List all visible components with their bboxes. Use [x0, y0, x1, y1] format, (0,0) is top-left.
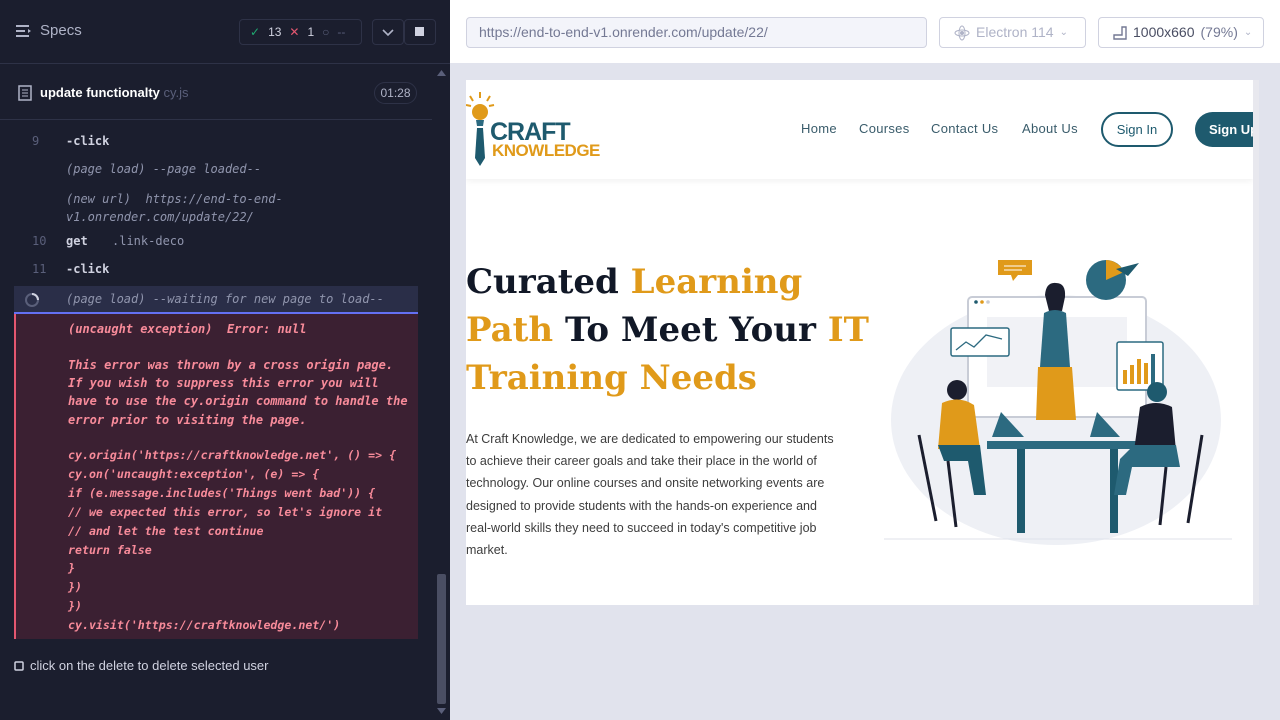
nav-home[interactable]: Home [801, 121, 837, 136]
log-row-number: 9 [32, 134, 40, 148]
log-row-message: (page load) --waiting for new page to lo… [66, 292, 384, 306]
runner-header: Specs ✓ 13 ✕ 1 ○ -- [0, 0, 450, 64]
file-icon [18, 85, 32, 101]
scroll-down-icon [437, 708, 446, 714]
browser-selector[interactable]: Electron 114 ⌄ [939, 17, 1086, 48]
x-icon: ✕ [289, 25, 300, 39]
duration-badge: 01:28 [374, 82, 417, 104]
browser-label: Electron 114 [976, 24, 1054, 40]
sign-up-button[interactable]: Sign Up [1195, 112, 1259, 147]
log-row-number: 11 [32, 262, 47, 276]
hero-paragraph: At Craft Knowledge, we are dedicated to … [466, 432, 834, 558]
hero-part: Curated [466, 262, 631, 302]
log-row-command: -click [66, 262, 110, 276]
ruler-icon [1113, 25, 1127, 40]
hero-part: Path [466, 310, 554, 350]
test-stats: ✓ 13 ✕ 1 ○ -- [239, 19, 362, 45]
log-row-command: get [66, 234, 88, 248]
chevron-down-icon: ⌄ [1059, 27, 1068, 38]
logo-text-knowledge: KNOWLEDGE [492, 141, 600, 160]
specs-toggle[interactable]: Specs [16, 22, 82, 39]
log-row-message: (new url) https://end-to-end- v1.onrende… [66, 192, 283, 224]
command-log-panel: Specs ✓ 13 ✕ 1 ○ -- update functionalty cy.… [0, 0, 450, 720]
nav-contact-us[interactable]: Contact Us [931, 121, 998, 136]
hero-heading: Curated Learning Path To Meet Your IT Tr… [466, 258, 869, 402]
viewport-selector[interactable]: 1000x660 (79%) ⌄ [1098, 17, 1264, 48]
pending-icon: ○ [322, 25, 330, 39]
menu-icon [16, 24, 31, 37]
loading-spinner-icon [25, 293, 39, 307]
aut-header: https://end-to-end-v1.onrender.com/updat… [450, 0, 1280, 64]
team-meeting-illustration [884, 260, 1232, 545]
error-panel: (uncaught exception) Error: null This er… [14, 314, 418, 639]
log-row-message: (page load) --page loaded-- [66, 162, 262, 176]
error-message: This error was thrown by a cross origin … [68, 358, 415, 427]
chevron-down-icon [382, 29, 394, 37]
check-icon: ✓ [250, 25, 261, 39]
pending-count: -- [337, 25, 346, 39]
stop-icon [415, 27, 424, 36]
electron-icon [954, 25, 970, 40]
hero-part: To Meet Your [553, 310, 828, 350]
specs-label: Specs [40, 22, 82, 39]
log-scrollbar[interactable] [433, 64, 450, 720]
chevron-down-icon: ⌄ [1243, 27, 1253, 38]
application-under-test: CRAFT KNOWLEDGE Home Courses Contact Us … [466, 80, 1259, 605]
spec-file-ext: cy.js [163, 85, 189, 100]
stop-button[interactable] [404, 19, 436, 45]
scrollbar-thumb[interactable] [437, 574, 446, 704]
aut-scrollbar[interactable] [1253, 80, 1259, 605]
nav-courses[interactable]: Courses [859, 121, 910, 136]
url-bar[interactable]: https://end-to-end-v1.onrender.com/updat… [466, 17, 927, 48]
log-row-command: -click [66, 134, 110, 148]
hero-part: Training Needs [466, 358, 757, 398]
next-test-label: click on the delete to delete selected u… [30, 658, 269, 673]
aut-panel: https://end-to-end-v1.onrender.com/updat… [450, 0, 1280, 720]
sign-in-button[interactable]: Sign In [1101, 112, 1173, 147]
log-row[interactable]: (new url) https://end-to-end- v1.onrende… [14, 190, 418, 226]
scroll-up-icon [437, 70, 446, 76]
spec-file-name: update functionalty [40, 85, 160, 100]
viewport-label: 1000x660 [1133, 24, 1195, 40]
checkbox-icon [14, 661, 24, 671]
scale-label: (79%) [1200, 24, 1238, 40]
error-title: (uncaught exception) Error: null [68, 322, 307, 336]
command-log: 9 -click (page load) --page loaded-- (ne… [14, 120, 418, 639]
log-row-selector: .link-deco [112, 234, 185, 248]
passed-count: 13 [268, 25, 282, 39]
expand-button[interactable] [372, 19, 404, 45]
next-test-row[interactable]: click on the delete to delete selected u… [0, 650, 432, 680]
log-row-number: 10 [32, 234, 47, 248]
error-code: cy.origin('https://craftknowledge.net', … [68, 448, 397, 633]
log-row-active[interactable]: (page load) --waiting for new page to lo… [14, 286, 418, 314]
hero-part: IT [827, 310, 869, 350]
spec-file-header: update functionalty cy.js 01:28 [0, 74, 432, 120]
hero-part: Learning [630, 262, 803, 302]
failed-count: 1 [307, 25, 315, 39]
site-header: CRAFT KNOWLEDGE Home Courses Contact Us … [466, 80, 1259, 179]
nav-about-us[interactable]: About Us [1022, 121, 1078, 136]
